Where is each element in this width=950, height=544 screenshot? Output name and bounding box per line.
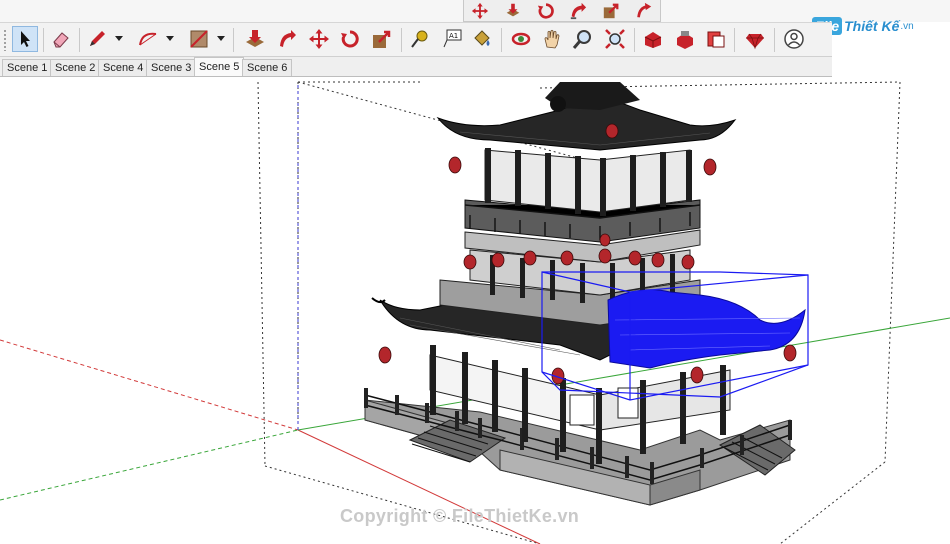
- pagoda-model[interactable]: [364, 82, 809, 506]
- scale-icon: [373, 30, 391, 48]
- pagoda-model-scene[interactable]: [0, 78, 950, 544]
- zoom-extents-tool-button[interactable]: [602, 26, 628, 52]
- arrow-cursor-icon: [21, 31, 30, 47]
- send-to-layout-button[interactable]: [703, 26, 729, 52]
- toolbar-grip[interactable]: [3, 29, 7, 51]
- extension-warehouse-button[interactable]: [672, 26, 698, 52]
- logo-tld: .vn: [900, 20, 914, 32]
- orbit-icon: [511, 32, 531, 46]
- chevron-down-icon[interactable]: [115, 36, 123, 42]
- scene-tabs: Scene 1 Scene 2 Scene 4 Scene 3 Scene 5 …: [0, 57, 832, 77]
- tab-scene-4[interactable]: Scene 4: [98, 59, 149, 76]
- pencil-icon: [90, 31, 105, 46]
- ruby-console-button[interactable]: [742, 26, 768, 52]
- offset-icon[interactable]: [635, 2, 653, 20]
- tape-measure-icon: [411, 30, 428, 48]
- toolbar-separator: [734, 28, 735, 52]
- scale-icon[interactable]: [602, 2, 620, 20]
- rotate-tool-button[interactable]: [337, 26, 363, 52]
- move-icon[interactable]: [471, 2, 489, 20]
- text-a1-icon: A1: [443, 29, 462, 48]
- main-toolbar: A1: [0, 22, 832, 57]
- title-strip: [0, 0, 950, 22]
- rectangle-tool-button[interactable]: [186, 26, 212, 52]
- tab-scene-6[interactable]: Scene 6: [242, 59, 293, 76]
- arc-tool-button[interactable]: [135, 26, 161, 52]
- toolbar-separator: [774, 28, 775, 52]
- chevron-down-icon[interactable]: [166, 36, 174, 42]
- rotate-icon[interactable]: [537, 2, 555, 20]
- logo-name: Thiết Kế: [844, 18, 900, 34]
- arc-icon: [139, 32, 157, 46]
- hand-icon: [544, 29, 560, 49]
- magnifier-icon: [572, 30, 591, 49]
- ruby-icon: [746, 33, 764, 50]
- push-pull-icon[interactable]: [504, 2, 522, 20]
- select-tool-button[interactable]: [12, 26, 38, 52]
- toolbar-separator: [233, 28, 234, 52]
- tape-measure-tool-button[interactable]: [407, 26, 433, 52]
- warehouse-button[interactable]: [640, 26, 666, 52]
- chevron-down-icon[interactable]: [217, 36, 225, 42]
- scale-tool-button[interactable]: [369, 26, 395, 52]
- orbit-tool-button[interactable]: [508, 26, 534, 52]
- move-tool-button[interactable]: [306, 26, 332, 52]
- toolbar-separator: [501, 28, 502, 52]
- follow-me-icon[interactable]: [569, 2, 587, 20]
- paint-bucket-icon: [474, 30, 490, 46]
- push-pull-tool-button[interactable]: [242, 26, 268, 52]
- zoom-tool-button[interactable]: [570, 26, 596, 52]
- layout-icon: [707, 31, 725, 48]
- toolbar-separator: [43, 28, 44, 52]
- user-icon: [784, 29, 804, 49]
- push-pull-icon: [246, 30, 264, 47]
- warehouse-icon: [644, 32, 662, 48]
- rectangle-icon: [190, 30, 208, 48]
- paint-bucket-tool-button[interactable]: [469, 26, 495, 52]
- toolbar-separator: [79, 28, 80, 52]
- tab-scene-2[interactable]: Scene 2: [50, 59, 101, 76]
- follow-me-icon: [280, 30, 296, 47]
- floating-edit-toolbar: [463, 0, 661, 22]
- toolbar-separator: [401, 28, 402, 52]
- eraser-icon: [53, 32, 69, 48]
- move-icon: [309, 29, 329, 49]
- eraser-tool-button[interactable]: [48, 26, 74, 52]
- extension-icon: [677, 31, 693, 49]
- svg-text:A1: A1: [449, 32, 458, 40]
- rotate-icon: [341, 30, 359, 48]
- tab-scene-3[interactable]: Scene 3: [146, 59, 197, 76]
- zoom-extents-icon: [605, 29, 625, 49]
- sketchup-window: File Thiết Kế .vn: [0, 0, 950, 544]
- account-button[interactable]: [781, 26, 807, 52]
- pencil-line-tool-button[interactable]: [84, 26, 110, 52]
- tab-scene-5[interactable]: Scene 5: [194, 57, 245, 76]
- copyright-watermark: Copyright © FileThietKe.vn: [340, 506, 580, 526]
- follow-me-tool-button[interactable]: [274, 26, 300, 52]
- pan-tool-button[interactable]: [539, 26, 565, 52]
- model-viewport[interactable]: Copyright © FileThietKe.vn: [0, 78, 950, 544]
- tab-scene-1[interactable]: Scene 1: [2, 59, 53, 76]
- text-tool-button[interactable]: A1: [439, 26, 465, 52]
- toolbar-separator: [634, 28, 635, 52]
